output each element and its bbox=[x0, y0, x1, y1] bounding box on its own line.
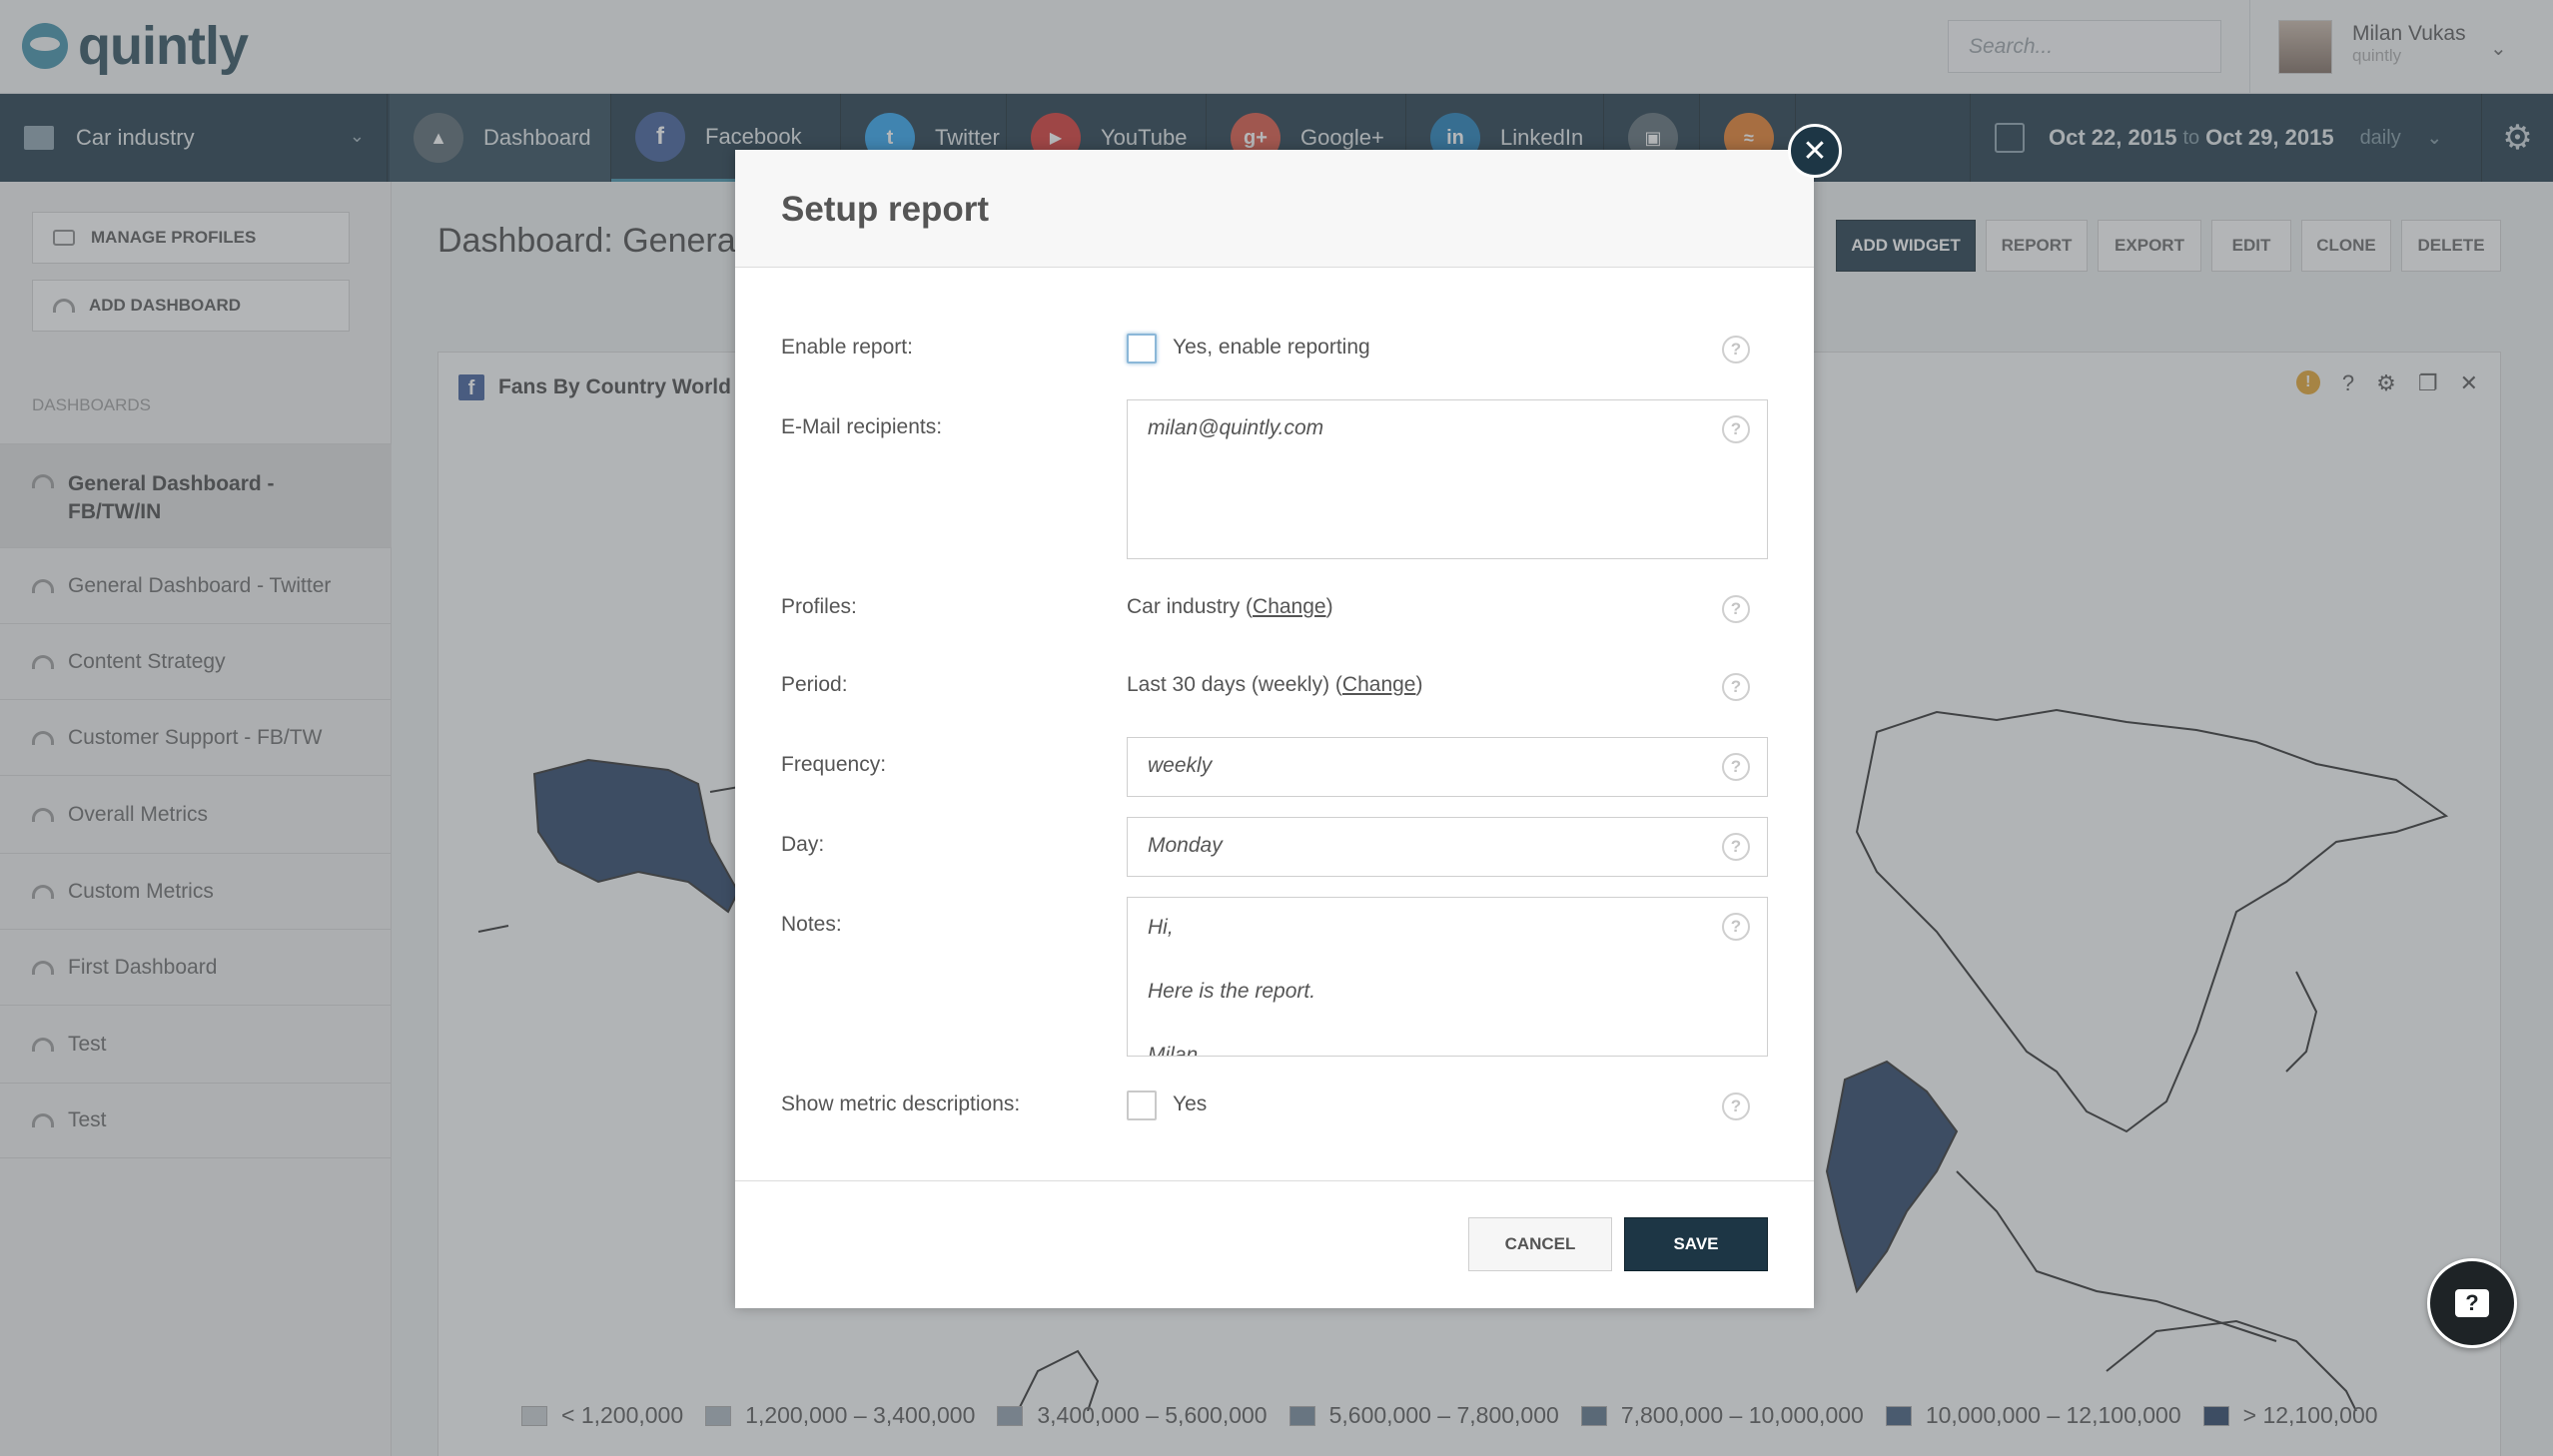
profiles-value-text: Car industry bbox=[1127, 595, 1241, 618]
help-icon[interactable]: ? bbox=[1722, 1092, 1750, 1120]
period-change-link[interactable]: Change bbox=[1342, 673, 1416, 696]
day-select[interactable]: Monday bbox=[1127, 817, 1768, 877]
email-recipients-field[interactable]: milan@quintly.com bbox=[1127, 399, 1768, 559]
close-icon[interactable]: ✕ bbox=[1788, 124, 1842, 178]
chat-icon: ? bbox=[2455, 1289, 2489, 1317]
frequency-label: Frequency: bbox=[781, 753, 887, 776]
help-chat-button[interactable]: ? bbox=[2427, 1258, 2517, 1348]
metric-descriptions-checkbox[interactable] bbox=[1127, 1091, 1157, 1120]
profiles-value: Car industry (Change) bbox=[1127, 595, 1333, 618]
notes-textarea[interactable]: Hi, Here is the report. Milan bbox=[1127, 897, 1768, 1057]
enable-report-label: Enable report: bbox=[781, 336, 913, 359]
notes-line: Here is the report. bbox=[1148, 980, 1316, 1003]
help-icon[interactable]: ? bbox=[1722, 833, 1750, 861]
metric-descriptions-option-label[interactable]: Yes bbox=[1173, 1092, 1207, 1116]
notes-label: Notes: bbox=[781, 913, 842, 936]
save-button[interactable]: SAVE bbox=[1624, 1217, 1768, 1271]
help-icon[interactable]: ? bbox=[1722, 913, 1750, 941]
frequency-select[interactable]: weekly bbox=[1127, 737, 1768, 797]
help-icon[interactable]: ? bbox=[1722, 595, 1750, 623]
dialog-header: Setup report bbox=[735, 150, 1814, 268]
dialog-footer: CANCEL SAVE bbox=[735, 1180, 1814, 1308]
help-icon[interactable]: ? bbox=[1722, 753, 1750, 781]
email-recipients-label: E-Mail recipients: bbox=[781, 415, 943, 438]
metric-descriptions-label: Show metric descriptions: bbox=[781, 1092, 1021, 1115]
cancel-button[interactable]: CANCEL bbox=[1468, 1217, 1612, 1271]
notes-line: Milan bbox=[1148, 1044, 1199, 1057]
period-label: Period: bbox=[781, 673, 848, 696]
notes-line: Hi, bbox=[1148, 916, 1174, 939]
profiles-label: Profiles: bbox=[781, 595, 857, 618]
help-icon[interactable]: ? bbox=[1722, 673, 1750, 701]
help-icon[interactable]: ? bbox=[1722, 336, 1750, 364]
enable-reporting-option-label[interactable]: Yes, enable reporting bbox=[1173, 336, 1370, 360]
profiles-change-link[interactable]: Change bbox=[1253, 595, 1326, 618]
period-value: Last 30 days (weekly) (Change) bbox=[1127, 673, 1423, 696]
setup-report-dialog: Setup report Enable report: Yes, enable … bbox=[735, 150, 1814, 1308]
day-label: Day: bbox=[781, 833, 825, 856]
dialog-title: Setup report bbox=[781, 190, 990, 229]
enable-reporting-checkbox[interactable] bbox=[1127, 334, 1157, 364]
help-icon[interactable]: ? bbox=[1722, 415, 1750, 443]
period-value-text: Last 30 days (weekly) bbox=[1127, 673, 1330, 696]
